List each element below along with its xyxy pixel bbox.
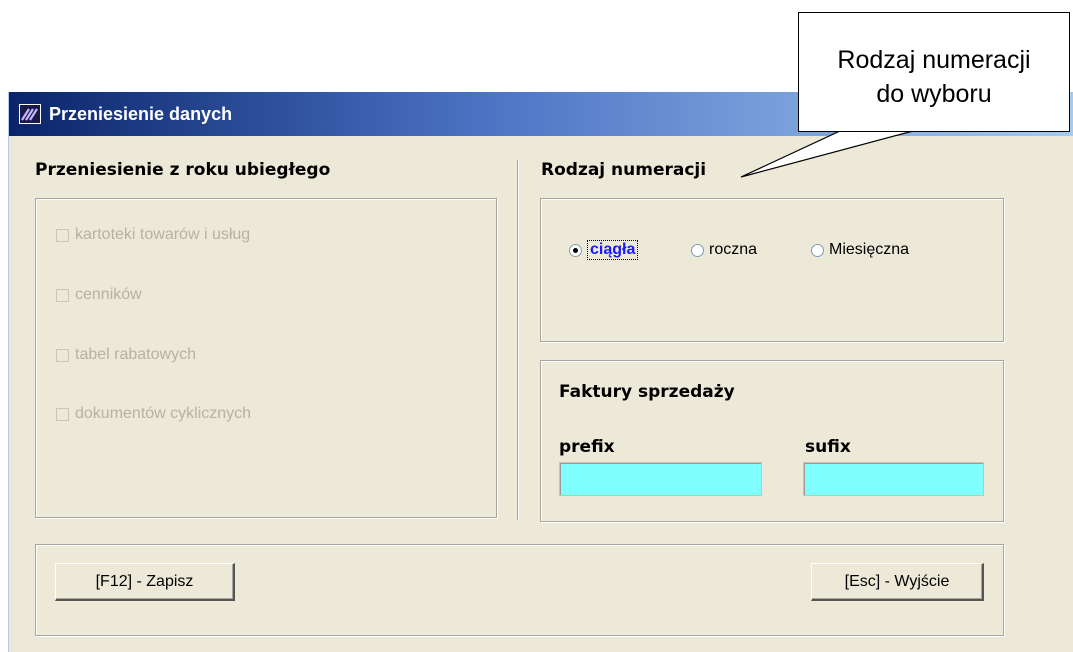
checkbox-kartoteki[interactable]: kartoteki towarów i usług [56, 224, 250, 246]
checkbox-label: kartoteki towarów i usług [75, 226, 251, 243]
radio-ciagla[interactable]: ciągła [569, 238, 639, 262]
callout-line-2: do wyboru [876, 80, 992, 108]
app-icon [19, 104, 41, 124]
checkbox-box[interactable] [56, 228, 69, 242]
radio-button[interactable] [811, 243, 824, 257]
numbering-groupbox [540, 198, 1004, 342]
radio-button[interactable] [691, 243, 704, 257]
radio-label: Miesięczna [829, 241, 910, 258]
window-title: Przeniesienie danych [49, 104, 233, 124]
sufix-label: sufix [805, 437, 851, 457]
save-button[interactable]: [F12] - Zapisz [55, 563, 235, 601]
dialog-window: Przeniesienie danych Przeniesienie z rok… [8, 92, 1073, 652]
checkbox-box[interactable] [56, 407, 69, 421]
section-divider [517, 160, 518, 520]
checkbox-cenniki[interactable]: cenników [56, 284, 142, 306]
prefix-label: prefix [559, 437, 615, 457]
checkbox-label: dokumentów cyklicznych [75, 405, 252, 422]
radio-roczna[interactable]: roczna [691, 238, 757, 262]
checkbox-box[interactable] [56, 288, 69, 302]
radio-miesieczna[interactable]: Miesięczna [811, 238, 909, 262]
invoices-heading: Faktury sprzedaży [559, 382, 735, 402]
callout-box: Rodzaj numeracji do wyboru [798, 12, 1070, 132]
checkbox-dokumenty-cykliczne[interactable]: dokumentów cyklicznych [56, 403, 251, 425]
sufix-input[interactable] [803, 462, 984, 496]
transfer-heading: Przeniesienie z roku ubiegłego [35, 160, 331, 180]
prefix-input[interactable] [559, 462, 762, 496]
checkbox-tabele-rabatowe[interactable]: tabel rabatowych [56, 344, 196, 366]
numbering-heading: Rodzaj numeracji [541, 160, 707, 180]
radio-label: roczna [709, 241, 758, 258]
radio-label: ciągła [587, 240, 639, 260]
exit-button[interactable]: [Esc] - Wyjście [811, 563, 984, 601]
checkbox-box[interactable] [56, 348, 69, 362]
radio-button-checked[interactable] [569, 243, 582, 257]
callout-line-1: Rodzaj numeracji [837, 46, 1031, 74]
checkbox-label: tabel rabatowych [75, 346, 196, 363]
checkbox-label: cenników [75, 286, 142, 303]
